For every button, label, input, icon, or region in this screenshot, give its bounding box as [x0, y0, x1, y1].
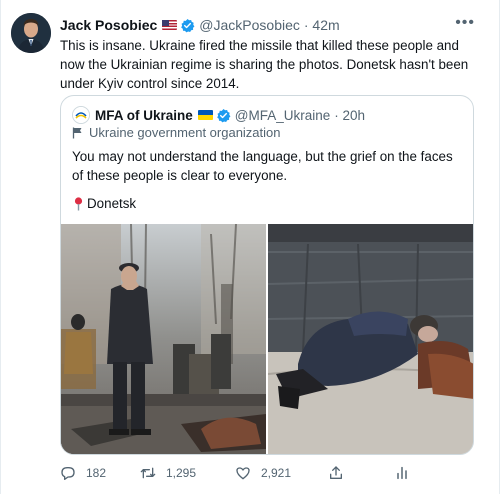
share-button[interactable] [328, 463, 354, 483]
quote-time: · 20h [334, 107, 366, 123]
quoted-tweet[interactable]: MFA of Ukraine @MFA_Ukraine · 20h Ukrain… [60, 95, 474, 455]
quote-text: You may not understand the language, but… [72, 149, 453, 183]
tweet-time[interactable]: · 42m [304, 15, 340, 35]
tweet-text: This is insane. Ukraine fired the missil… [60, 38, 469, 91]
quote-author-handle: @MFA_Ukraine [234, 107, 331, 123]
photo-man-grieving[interactable] [61, 224, 266, 454]
government-label-text: Ukraine government organization [89, 125, 281, 140]
ukraine-flag-icon [197, 110, 213, 120]
verified-badge-icon [181, 18, 195, 32]
government-label: Ukraine government organization [72, 125, 281, 140]
quote-location-text: Donetsk [87, 196, 137, 211]
verified-badge-icon [216, 108, 231, 122]
government-flag-icon [72, 127, 82, 138]
author-handle[interactable]: @JackPosobiec [199, 15, 300, 35]
like-button[interactable]: 2,921 [235, 463, 291, 483]
reply-count: 182 [86, 466, 107, 480]
pin-icon [74, 196, 83, 210]
analytics-icon [397, 466, 407, 480]
quote-author-name[interactable]: MFA of Ukraine [95, 108, 193, 123]
photo-woman-mourning[interactable] [268, 224, 473, 454]
analytics-button[interactable] [394, 463, 420, 483]
like-count: 2,921 [261, 466, 292, 480]
reply-icon [61, 467, 75, 480]
more-icon[interactable]: ••• [455, 14, 475, 32]
quote-header: MFA of Ukraine @MFA_Ukraine · 20h [72, 106, 365, 124]
tweet-actions: 182 1,295 2,921 [60, 463, 480, 483]
retweet-count: 1,295 [166, 466, 197, 480]
author-name[interactable]: Jack Posobiec [60, 15, 157, 35]
retweet-button[interactable]: 1,295 [140, 463, 196, 483]
quote-location: Donetsk [72, 194, 136, 213]
tweet-header: Jack Posobiec @JackPosobiec · 42m [60, 15, 480, 35]
share-icon [330, 466, 342, 479]
us-flag-icon [162, 20, 178, 30]
quote-avatar [72, 106, 90, 124]
like-icon [236, 467, 250, 480]
author-avatar[interactable] [11, 13, 51, 53]
reply-button[interactable]: 182 [60, 463, 106, 483]
retweet-icon [140, 467, 156, 479]
